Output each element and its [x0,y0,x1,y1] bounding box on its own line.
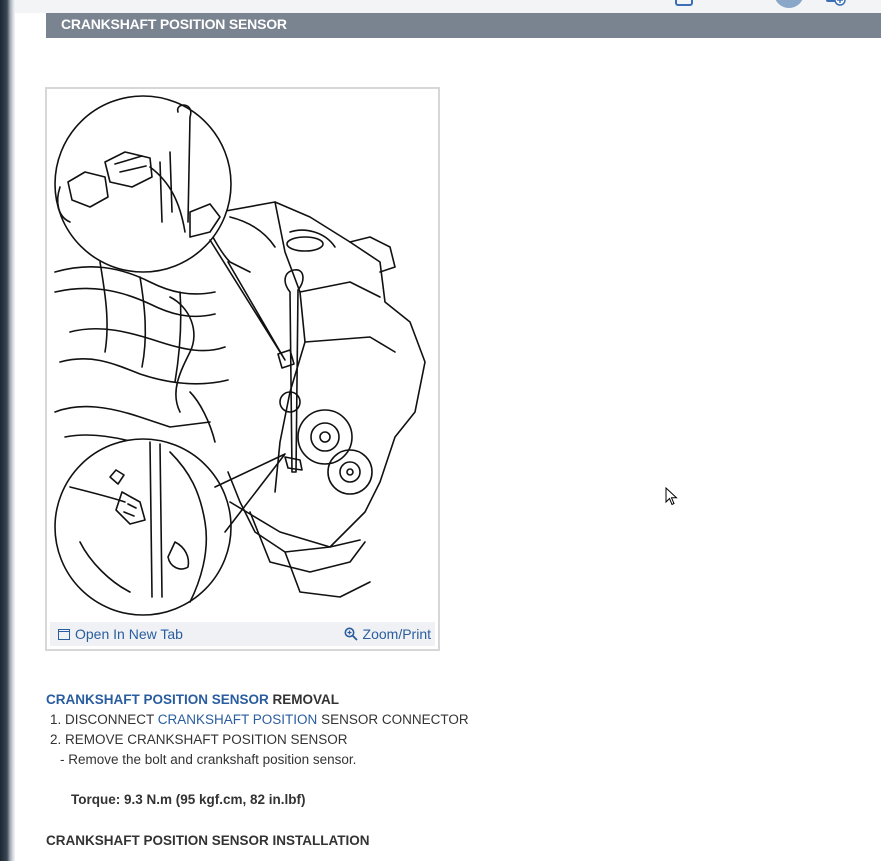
installation-heading: CRANKSHAFT POSITION SENSOR INSTALLATION [46,833,370,848]
substep: - Remove the bolt and crankshaft positio… [60,752,357,767]
page-title: CRANKSHAFT POSITION SENSOR [61,16,287,32]
engine-line-drawing [54,95,426,616]
removal-heading-text: REMOVAL [268,692,340,707]
window-edge [0,0,15,861]
removal-heading-link[interactable]: CRANKSHAFT POSITION SENSOR [46,692,269,707]
open-tab-icon [58,628,70,640]
avatar[interactable] [774,0,804,8]
figure-container: Open In New Tab Zoom/Print [45,87,440,651]
comment-icon[interactable] [675,0,693,6]
removal-heading: CRANKSHAFT POSITION SENSOR REMOVAL [46,690,339,710]
step-1-prefix: 1. DISCONNECT [50,712,158,727]
step-2: 2. REMOVE CRANKSHAFT POSITION SENSOR [50,732,348,747]
torque-spec: Torque: 9.3 N.m (95 kgf.cm, 82 in.lbf) [71,792,306,807]
top-toolbar-strip [15,0,881,13]
open-in-new-tab-label: Open In New Tab [75,626,183,642]
engine-diagram[interactable] [50,92,435,622]
section-header: CRANKSHAFT POSITION SENSOR [46,13,881,38]
step-1-suffix: SENSOR CONNECTOR [317,712,469,727]
step-1: 1. DISCONNECT CRANKSHAFT POSITION SENSOR… [50,710,469,730]
zoom-print-label: Zoom/Print [362,626,431,642]
figure-footer: Open In New Tab Zoom/Print [50,622,435,646]
zoom-icon [344,627,358,641]
add-icon[interactable] [826,0,846,8]
step-1-link[interactable]: CRANKSHAFT POSITION [158,712,318,727]
mouse-cursor-icon [665,487,678,506]
zoom-print-link[interactable]: Zoom/Print [344,626,431,642]
open-in-new-tab-link[interactable]: Open In New Tab [58,626,183,642]
